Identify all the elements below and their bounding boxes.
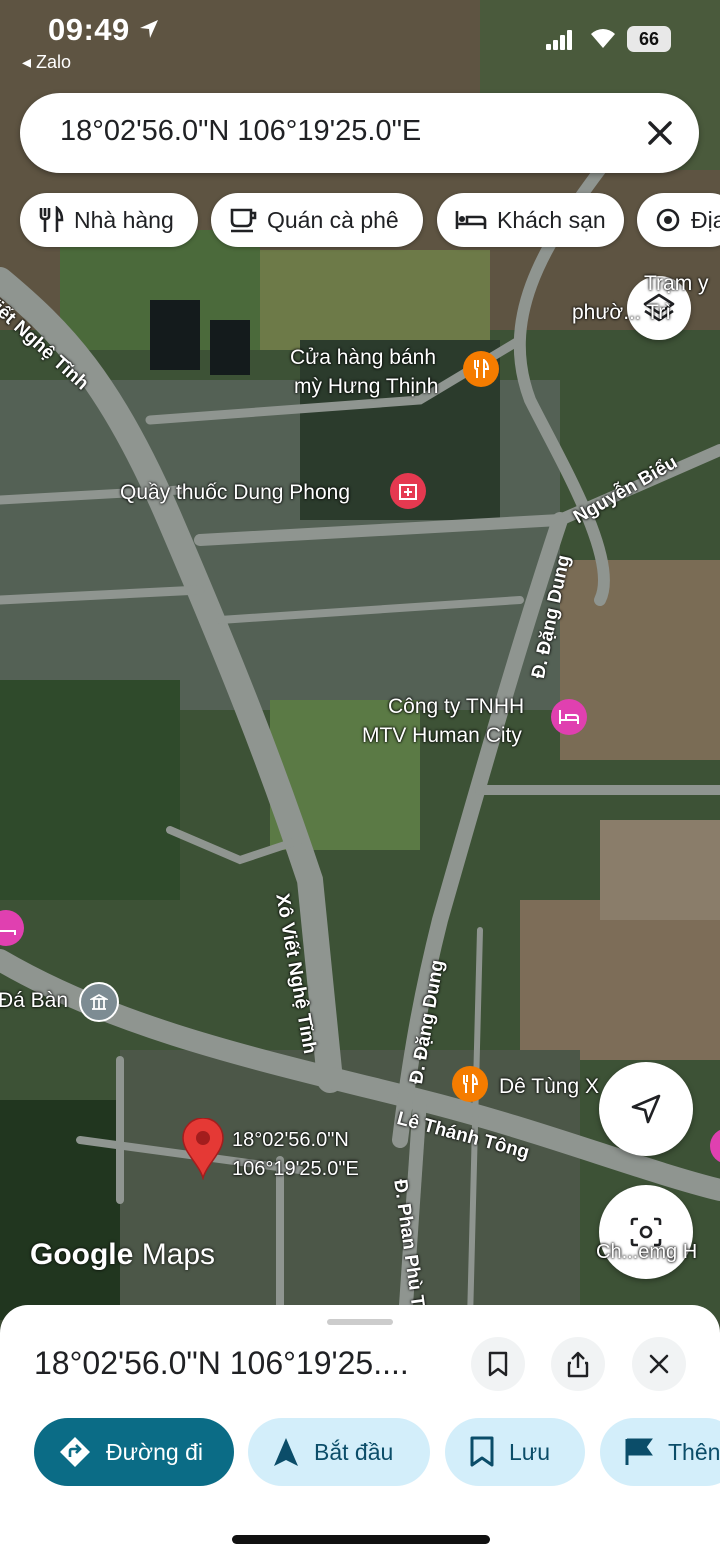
chip-label: Nhà hàng (74, 206, 174, 233)
restaurant-icon (474, 359, 490, 378)
place-label-bakery[interactable]: Cửa hàng bánh (290, 344, 436, 372)
chip-label: Khách sạn (497, 206, 606, 233)
chip-label: Địa (691, 206, 720, 233)
sheet-title: 18°02'56.0"N 106°19'25.... (34, 1345, 409, 1381)
dropped-pin-icon[interactable] (181, 1118, 225, 1180)
directions-icon (60, 1437, 90, 1467)
flag-icon (625, 1438, 653, 1465)
bookmark-icon (488, 1351, 508, 1377)
add-button[interactable]: Thên (600, 1418, 720, 1486)
share-button[interactable] (551, 1337, 605, 1391)
search-input[interactable]: 18°02'56.0"N 106°19'25.0"E (60, 115, 421, 148)
place-bottom-sheet[interactable]: 18°02'56.0"N 106°19'25.... Đường đi Bắt … (0, 1305, 720, 1557)
add-label: Thên (668, 1438, 720, 1465)
place-label-company[interactable]: Công ty TNHH (388, 693, 524, 721)
place-label-top-right-2[interactable]: phườ... Trì (572, 299, 671, 327)
attraction-icon (656, 208, 680, 232)
chip-attractions[interactable]: Địa (637, 193, 720, 247)
landmark-icon (90, 993, 108, 1010)
watermark-google: Google (30, 1238, 134, 1271)
battery-indicator: 66 (627, 26, 671, 52)
navigation-arrow-icon (631, 1094, 661, 1124)
place-label-da-ban[interactable]: Đá Bàn (0, 987, 68, 1015)
close-icon (649, 1354, 669, 1374)
clock: 09:49 (48, 12, 130, 47)
hotel-icon (0, 930, 16, 935)
pin-label-lng: 106°19'25.0"E (232, 1158, 359, 1180)
restaurant-icon (39, 206, 64, 232)
share-icon (567, 1351, 589, 1378)
chip-label: Quán cà phê (267, 206, 399, 233)
place-label-de-tung[interactable]: Dê Tùng X (499, 1073, 599, 1101)
chip-coffee[interactable]: Quán cà phê (211, 193, 423, 247)
pharmacy-pin[interactable] (390, 473, 426, 509)
pharmacy-icon (399, 484, 417, 500)
drag-handle[interactable] (327, 1319, 393, 1325)
place-label-bottom-right[interactable]: Ch...emg H (596, 1238, 697, 1266)
coffee-icon (230, 208, 257, 233)
my-location-button[interactable] (599, 1062, 693, 1156)
bookmark-icon (470, 1436, 494, 1467)
save-label: Lưu (509, 1438, 550, 1465)
place-label-top-right[interactable]: Trạm y (644, 270, 709, 298)
chip-hotels[interactable]: Khách sạn (437, 193, 624, 247)
navigation-icon (274, 1438, 298, 1466)
hotel-icon (559, 710, 579, 724)
directions-label: Đường đi (106, 1438, 203, 1465)
wifi-icon (591, 29, 615, 48)
place-label-company-2[interactable]: MTV Human City (362, 722, 522, 750)
status-bar: 09:49 ◂ Zalo 66 (0, 0, 720, 80)
home-indicator[interactable] (232, 1535, 490, 1544)
cellular-signal-icon (546, 30, 572, 50)
place-label-pharmacy[interactable]: Quầy thuốc Dung Phong (120, 479, 350, 507)
close-sheet-button[interactable] (632, 1337, 686, 1391)
place-label-bakery-2[interactable]: mỳ Hưng Thịnh (294, 373, 438, 401)
save-button[interactable] (471, 1337, 525, 1391)
chip-restaurants[interactable]: Nhà hàng (20, 193, 198, 247)
restaurant-icon (463, 1074, 479, 1093)
back-to-app-link[interactable]: ◂ Zalo (22, 52, 71, 73)
restaurant-pin[interactable] (463, 351, 499, 387)
watermark-maps: Maps (141, 1238, 216, 1271)
restaurant-pin-2[interactable] (452, 1066, 488, 1102)
close-icon[interactable] (638, 111, 682, 155)
landmark-pin[interactable] (79, 982, 119, 1022)
search-bar[interactable]: 18°02'56.0"N 106°19'25.0"E (20, 93, 699, 173)
hotel-icon (455, 211, 487, 229)
location-arrow-icon (140, 20, 158, 38)
save-action-button[interactable]: Lưu (445, 1418, 585, 1486)
directions-button[interactable]: Đường đi (34, 1418, 234, 1486)
hotel-pin[interactable] (551, 699, 587, 735)
pin-label-lat: 18°02'56.0"N (232, 1129, 349, 1151)
start-label: Bắt đầu (314, 1438, 394, 1465)
google-maps-watermark: Google Maps (30, 1238, 215, 1272)
start-button[interactable]: Bắt đầu (248, 1418, 430, 1486)
